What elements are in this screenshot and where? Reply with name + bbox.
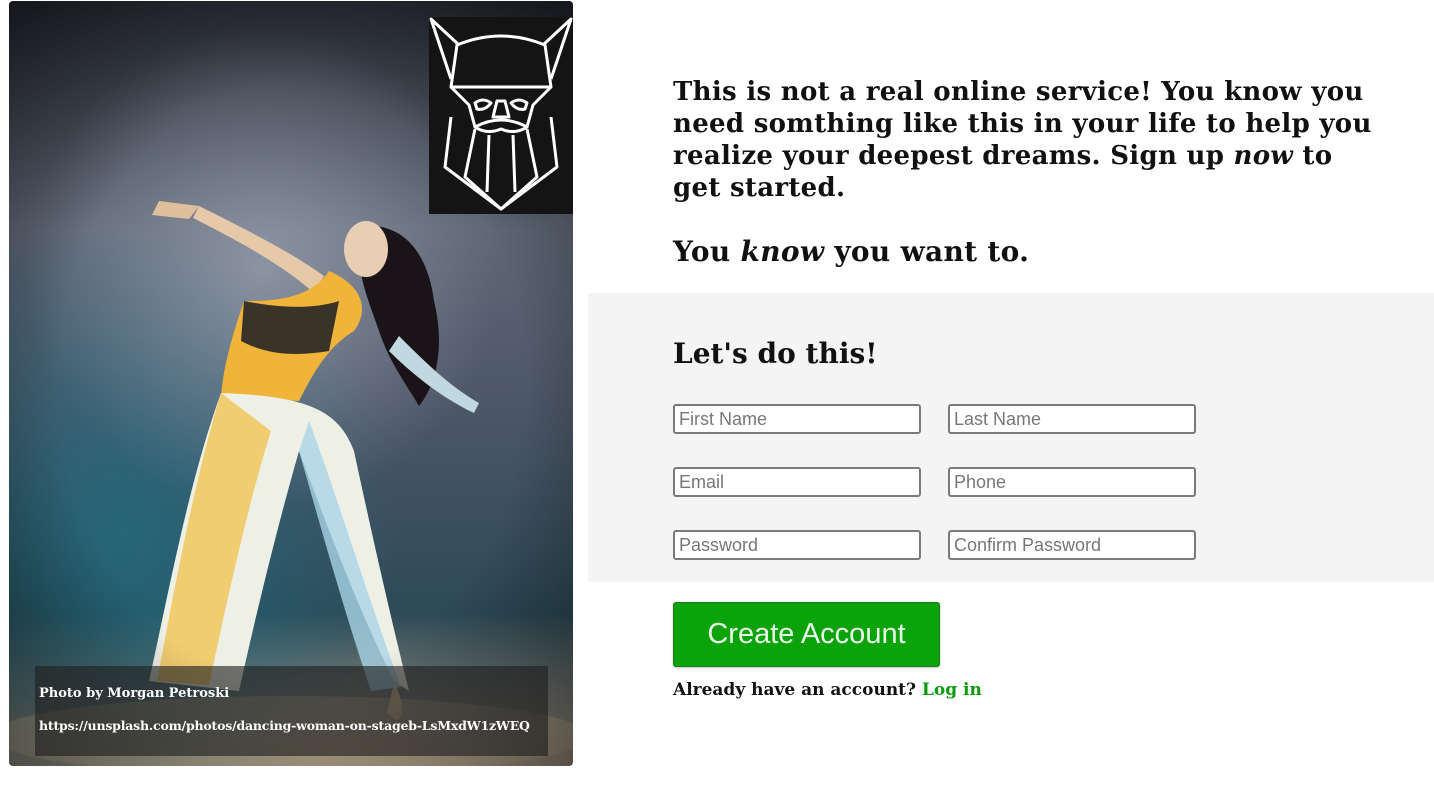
photo-credit: Photo by Morgan Petroski https://unsplas…: [35, 666, 548, 756]
email-input[interactable]: [673, 467, 921, 497]
intro-paragraph: This is not a real online service! You k…: [673, 77, 1372, 203]
login-prompt: Already have an account? Log in: [673, 680, 982, 700]
last-name-input[interactable]: [948, 404, 1196, 434]
emphasis-know: know: [740, 235, 825, 268]
hero-photo: Photo by Morgan Petroski https://unsplas…: [9, 1, 573, 766]
password-input[interactable]: [673, 530, 921, 560]
already-have-account-text: Already have an account?: [673, 680, 922, 700]
viking-head-logo-icon: [429, 17, 573, 211]
intro-section: This is not a real online service! You k…: [673, 76, 1373, 268]
photo-credit-url: https://unsplash.com/photos/dancing-woma…: [39, 718, 530, 733]
confirm-password-input[interactable]: [948, 530, 1196, 560]
phone-input[interactable]: [948, 467, 1196, 497]
form-title: Let's do this!: [673, 337, 878, 370]
signup-form-panel: Let's do this!: [588, 293, 1434, 582]
first-name-input[interactable]: [673, 404, 921, 434]
create-account-button[interactable]: Create Account: [673, 602, 940, 667]
brand-logo: [429, 17, 573, 214]
login-link[interactable]: Log in: [922, 680, 982, 700]
intro-tagline: You know you want to.: [673, 235, 1030, 268]
photo-credit-author: Photo by Morgan Petroski: [39, 686, 230, 701]
emphasis-now: now: [1233, 141, 1294, 171]
